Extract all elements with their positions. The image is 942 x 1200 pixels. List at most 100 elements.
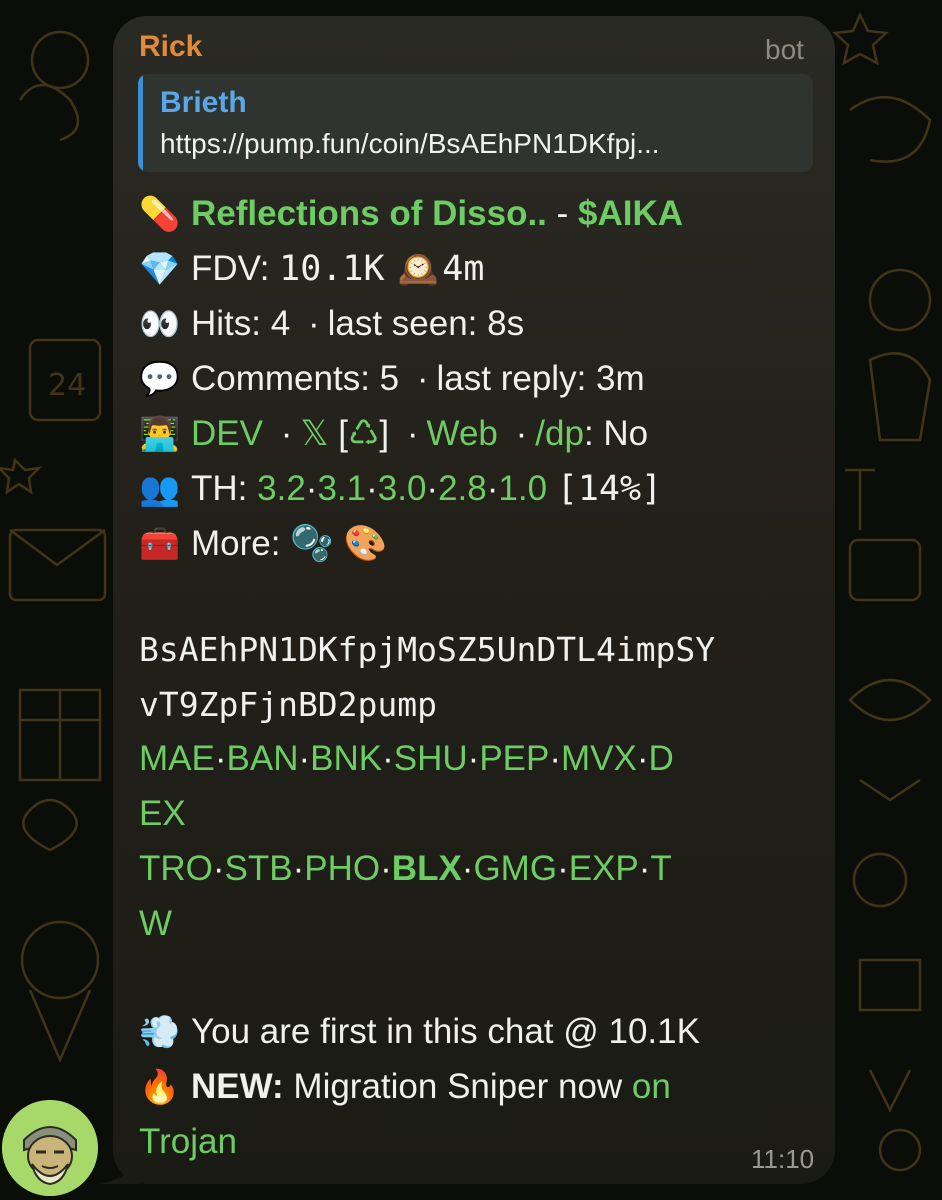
dp-link[interactable]: /dp [535,414,584,453]
dev-separator-2: · [406,414,419,453]
dev-separator-3: · [515,414,528,453]
avatar-face-icon [2,1100,98,1196]
reply-accent-bar [138,74,143,172]
bot-link-stb[interactable]: STB [225,849,293,888]
token-dash: - [556,194,569,233]
new-text: Migration Sniper now [283,1067,632,1106]
mantel-clock-icon: 🕰️ [397,250,439,287]
token-ticker-link[interactable]: $AIKA [578,194,683,233]
fdv-line: 💎 FDV: 10.1K 🕰️4m [139,249,484,289]
contract-address-line-1[interactable]: BsAEhPN1DKfpjMoSZ5UnDTL4impSY [139,630,715,670]
bot-link-exp[interactable]: EXP [569,849,639,888]
token-age: 4m [442,249,485,289]
reply-quote[interactable]: Brieth https://pump.fun/coin/BsAEhPN1DKf… [138,74,813,172]
reply-text: https://pump.fun/coin/BsAEhPN1DKfpj... [160,128,660,159]
bot-sep: · [380,849,392,888]
th-value-4[interactable]: 2.8 [438,469,487,508]
th-sep: · [486,469,499,508]
trojan-link-part-1[interactable]: on [632,1067,671,1106]
bot-sep: · [557,849,569,888]
bot-sep: · [298,739,311,778]
new-feature-line-wrap: Trojan [139,1122,237,1162]
bot-tag: bot [765,34,804,65]
dev-separator-1: · [280,414,293,453]
web-link[interactable]: Web [427,414,498,453]
th-sep: · [426,469,439,508]
comments-line: 💬 Comments: 5 · last reply: 3m [139,359,645,399]
th-sep: · [305,469,318,508]
bot-link-tro[interactable]: TRO [139,849,213,888]
fdv-value: 10.1K [279,249,385,289]
bot-sep: · [214,739,227,778]
more-label: More: [191,524,281,563]
recycle-close-bracket: ] [379,414,390,453]
fdv-label: FDV: [191,249,270,288]
eyes-icon: 👀 [139,305,181,342]
new-feature-line: 🔥 NEW: Migration Sniper now on [139,1067,671,1107]
fire-icon: 🔥 [139,1068,181,1105]
th-value-1[interactable]: 3.2 [257,469,306,508]
bot-sep: · [549,739,562,778]
bot-link-dex[interactable]: D [649,739,674,778]
bot-sep: · [212,849,225,888]
last-seen: last seen: 8s [327,304,525,343]
bot-sep: · [382,739,394,778]
message-bubble [113,16,835,1184]
bot-sep: · [292,849,305,888]
hits-line: 👀 Hits: 4 · last seen: 8s [139,304,524,344]
sender-name[interactable]: Rick [139,30,202,64]
bot-link-dex-wrap[interactable]: EX [139,794,186,833]
message-time: 11:10 [751,1144,815,1174]
bot-link-tw-wrap[interactable]: W [139,904,172,943]
comments-separator: · [416,359,429,398]
recycle-open-bracket: [ [338,414,349,453]
hits-count: Hits: 4 [191,304,291,343]
dev-line: 👨‍💻 DEV · 𝕏 [♺] · Web ·/dp: No [139,414,648,454]
new-label: NEW: [191,1067,284,1106]
pill-icon: 💊 [139,195,181,232]
x-link[interactable]: 𝕏 [300,414,328,453]
bots-row-2-wrap: W [139,904,172,944]
speech-balloon-icon: 💬 [139,360,181,397]
contract-address-line-2[interactable]: vT9ZpFjnBD2pump [139,685,437,725]
th-percent: [14%] [556,469,663,509]
bot-sep: · [636,739,649,778]
bot-link-pho[interactable]: PHO [304,849,380,888]
recycle-icon[interactable]: ♺ [348,414,379,453]
palette-icon[interactable]: 🎨 [344,524,388,563]
bot-link-mae[interactable]: MAE [139,739,215,778]
th-value-3[interactable]: 3.0 [378,469,427,508]
gem-icon: 💎 [139,250,181,287]
first-in-chat-line: 💨 You are first in this chat @ 10.1K [139,1012,700,1052]
th-value-2[interactable]: 3.1 [317,469,366,508]
more-line: 🧰 More: 🫧 🎨 [139,524,387,564]
bot-link-tw[interactable]: T [650,849,671,888]
dev-link[interactable]: DEV [191,414,263,453]
bot-sep: · [638,849,651,888]
bot-link-pep[interactable]: PEP [479,739,549,778]
bot-link-gmg[interactable]: GMG [473,849,557,888]
bot-link-ban[interactable]: BAN [227,739,299,778]
th-value-5[interactable]: 1.0 [498,469,547,508]
toolbox-icon: 🧰 [139,525,181,562]
bot-link-mvx[interactable]: MVX [561,739,637,778]
bot-link-shu[interactable]: SHU [394,739,468,778]
busts-icon: 👥 [139,470,181,507]
comments-count: Comments: 5 [191,359,400,398]
token-line: 💊 Reflections of Disso.. - $AIKA [139,194,683,234]
technologist-icon: 👨‍💻 [139,415,181,452]
th-sep: · [366,469,378,508]
dp-value: : No [583,414,649,453]
first-in-chat-text: You are first in this chat @ 10.1K [191,1012,700,1051]
bot-link-bnk[interactable]: BNK [310,739,382,778]
trojan-link-part-2[interactable]: Trojan [139,1122,237,1161]
th-label: TH: [191,469,248,508]
bot-link-blx[interactable]: BLX [392,849,462,888]
sender-avatar[interactable] [2,1100,98,1196]
bot-sep: · [467,739,480,778]
bots-row-1: MAE·BAN·BNK·SHU·PEP·MVX·D [139,739,674,779]
bubbles-icon[interactable]: 🫧 [290,524,334,563]
last-reply: last reply: 3m [436,359,645,398]
token-name-link[interactable]: Reflections of Disso.. [191,194,547,233]
bot-sep: · [461,849,474,888]
